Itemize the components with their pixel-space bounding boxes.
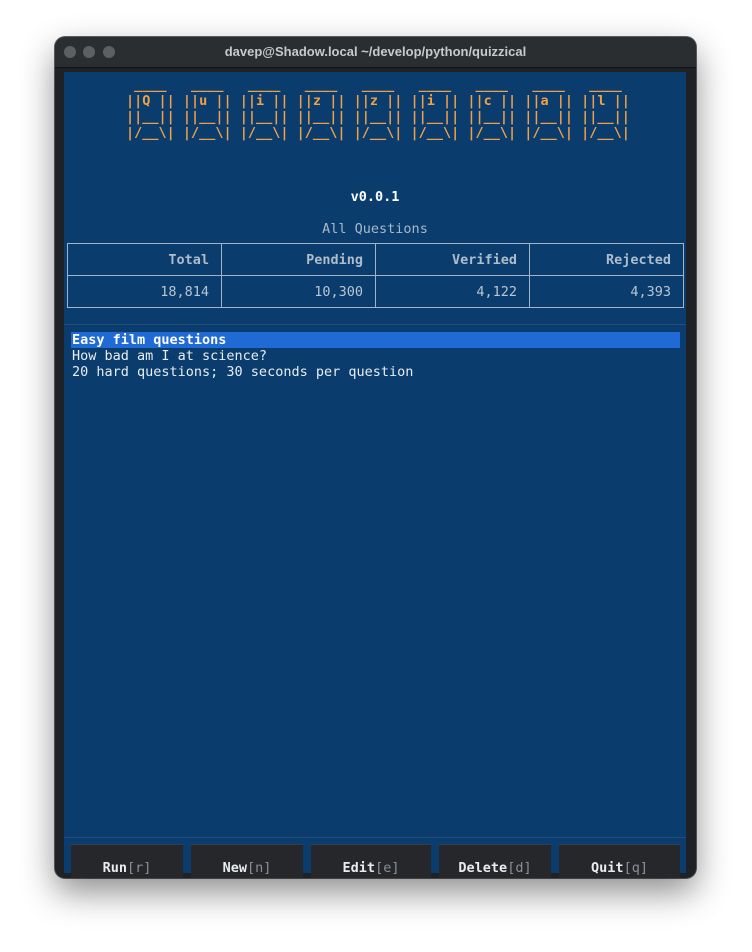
shortcut-key: [e] bbox=[375, 860, 400, 876]
quiz-list-item[interactable]: Easy film questions bbox=[71, 332, 680, 348]
app-logo: ____ ____ ____ ____ ____ ____ ____ ____ … bbox=[126, 77, 630, 141]
app-version: v0.0.1 bbox=[350, 189, 400, 205]
button-bar: Run [r] New [n] Edit [e] Delete [d] Quit… bbox=[71, 844, 681, 878]
stats-value-total: 18,814 bbox=[67, 275, 222, 308]
button-label: Edit bbox=[342, 860, 376, 876]
shortcut-key: [r] bbox=[127, 860, 152, 876]
quiz-list-item[interactable]: How bad am I at science? bbox=[71, 348, 680, 364]
stats-value-rejected: 4,393 bbox=[529, 275, 684, 308]
button-label: Run bbox=[102, 860, 127, 876]
quiz-list[interactable]: Easy film questions How bad am I at scie… bbox=[71, 332, 680, 380]
stats-value-pending: 10,300 bbox=[221, 275, 376, 308]
stats-title: All Questions bbox=[322, 221, 428, 237]
button-label: Delete bbox=[458, 860, 508, 876]
delete-button[interactable]: Delete [d] bbox=[439, 844, 551, 878]
stats-value-row: 18,814 10,300 4,122 4,393 bbox=[67, 275, 684, 308]
button-label: New bbox=[222, 860, 247, 876]
stats-header-pending: Pending bbox=[221, 243, 376, 276]
title-bar: davep@Shadow.local ~/develop/python/quiz… bbox=[55, 37, 696, 68]
divider bbox=[64, 837, 686, 838]
stats-table: Total Pending Verified Rejected 18,814 1… bbox=[67, 243, 684, 308]
button-label: Quit bbox=[591, 860, 624, 876]
stats-value-verified: 4,122 bbox=[375, 275, 530, 308]
stats-header-rejected: Rejected bbox=[529, 243, 684, 276]
window-title: davep@Shadow.local ~/develop/python/quiz… bbox=[224, 44, 527, 59]
quizzical-app: ____ ____ ____ ____ ____ ____ ____ ____ … bbox=[64, 72, 686, 878]
shortcut-key: [d] bbox=[507, 860, 532, 876]
stats-header-row: Total Pending Verified Rejected bbox=[67, 243, 684, 276]
edit-button[interactable]: Edit [e] bbox=[311, 844, 431, 878]
stats-header-total: Total bbox=[67, 243, 222, 276]
divider bbox=[64, 324, 686, 325]
new-button[interactable]: New [n] bbox=[191, 844, 303, 878]
shortcut-key: [n] bbox=[247, 860, 272, 876]
stats-header-verified: Verified bbox=[375, 243, 530, 276]
run-button[interactable]: Run [r] bbox=[71, 844, 183, 878]
terminal-window: davep@Shadow.local ~/develop/python/quiz… bbox=[55, 37, 696, 878]
shortcut-key: [q] bbox=[623, 860, 648, 876]
quiz-list-item[interactable]: 20 hard questions; 30 seconds per questi… bbox=[71, 364, 680, 380]
quit-button[interactable]: Quit [q] bbox=[559, 844, 680, 878]
